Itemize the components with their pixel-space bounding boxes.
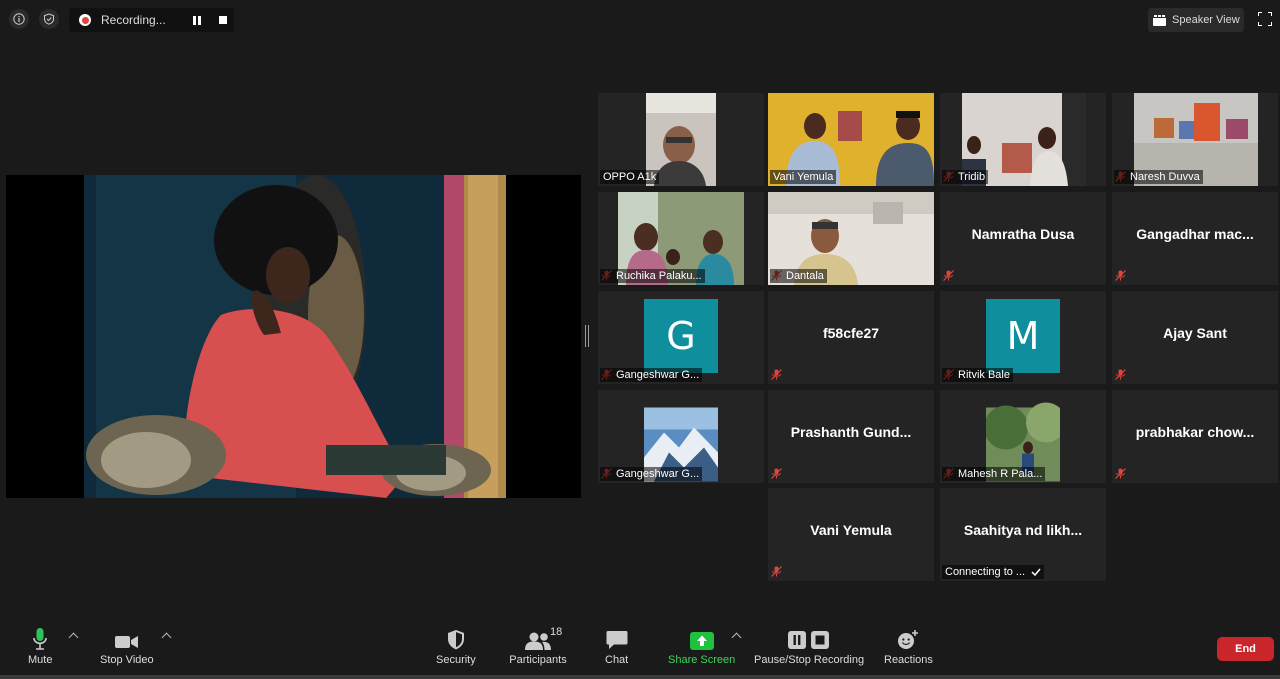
- stop-video-button[interactable]: Stop Video: [100, 628, 154, 666]
- end-meeting-button[interactable]: End: [1217, 637, 1274, 661]
- participant-name: OPPO A1k: [600, 170, 660, 184]
- participant-tile[interactable]: Prashanth Gund...: [768, 390, 934, 483]
- mute-button[interactable]: Mute: [28, 628, 52, 666]
- mic-muted-icon: [771, 566, 782, 577]
- participants-label: Participants: [509, 654, 567, 666]
- participant-tile[interactable]: Ruchika Palaku...: [598, 192, 764, 285]
- share-screen-button[interactable]: Share Screen: [668, 628, 735, 666]
- mute-label: Mute: [28, 654, 53, 666]
- participant-name: Vani Yemula: [770, 170, 837, 184]
- reactions-smiley-icon: [898, 630, 919, 649]
- connecting-status: Connecting to ...: [942, 565, 1045, 579]
- mic-muted-icon: [943, 270, 954, 281]
- avatar: M: [986, 299, 1060, 373]
- avatar: G: [644, 299, 718, 373]
- gallery-grid-icon: [1153, 14, 1166, 26]
- recording-label: Recording...: [101, 13, 166, 27]
- participant-tile[interactable]: M Ritvik Bale: [940, 291, 1106, 384]
- check-icon: [1031, 568, 1041, 576]
- participant-tile[interactable]: Naresh Duvva: [1112, 93, 1278, 186]
- pause-stop-recording-button[interactable]: Pause/Stop Recording: [754, 628, 864, 666]
- participant-tile[interactable]: Dantala: [768, 192, 934, 285]
- security-label: Security: [436, 654, 476, 666]
- participant-tile[interactable]: Gangadhar mac...: [1112, 192, 1278, 285]
- participant-tile[interactable]: Mahesh R Pala...: [940, 390, 1106, 483]
- record-icon: [79, 14, 91, 26]
- participant-tile[interactable]: Namratha Dusa: [940, 192, 1106, 285]
- participants-button[interactable]: 18 Participants: [508, 626, 568, 666]
- mic-muted-icon: [771, 468, 782, 479]
- participants-count-badge: 18: [550, 626, 563, 638]
- participant-tile-active-speaker[interactable]: Vani Yemula: [768, 93, 934, 186]
- shield-icon: [447, 630, 464, 650]
- participant-display-name: Namratha Dusa: [971, 225, 1075, 242]
- mic-muted-icon: [771, 369, 782, 380]
- participant-name: Mahesh R Pala...: [942, 467, 1046, 481]
- participant-display-name: Prashanth Gund...: [790, 423, 912, 440]
- share-screen-icon: [689, 632, 714, 650]
- mic-muted-icon: [1115, 369, 1126, 380]
- participant-tile[interactable]: OPPO A1k: [598, 93, 764, 186]
- microphone-icon: [33, 628, 48, 650]
- participant-tile[interactable]: Gangeshwar G...: [598, 390, 764, 483]
- chat-label: Chat: [605, 654, 629, 666]
- video-camera-icon: [114, 636, 138, 648]
- shared-video: [6, 175, 581, 498]
- pause-recording-icon[interactable]: [193, 15, 201, 25]
- participant-name: Gangeshwar G...: [600, 368, 703, 382]
- share-screen-label: Share Screen: [668, 654, 736, 666]
- panel-splitter-handle[interactable]: [585, 325, 589, 347]
- reactions-button[interactable]: Reactions: [884, 628, 933, 666]
- mic-muted-icon: [1115, 468, 1126, 479]
- pause-stop-recording-icon: [788, 631, 830, 649]
- fullscreen-icon[interactable]: [1258, 12, 1272, 26]
- connecting-status-text: Connecting to ...: [945, 566, 1026, 578]
- info-icon[interactable]: [9, 9, 29, 29]
- participant-tile[interactable]: Tridib: [940, 93, 1106, 186]
- participant-name: Tridib: [942, 170, 989, 184]
- participant-display-name: Ajay Sant: [1163, 324, 1227, 341]
- participant-tile[interactable]: Vani Yemula: [768, 488, 934, 581]
- window-bottom-edge: [0, 675, 1280, 679]
- participant-tile[interactable]: f58cfe27: [768, 291, 934, 384]
- participant-display-name: f58cfe27: [822, 324, 880, 341]
- audio-options-chevron-icon[interactable]: [68, 632, 79, 643]
- reactions-label: Reactions: [884, 654, 933, 666]
- participant-name: Dantala: [770, 269, 827, 283]
- participant-name: Naresh Duvva: [1114, 170, 1203, 184]
- chat-bubble-icon: [606, 631, 628, 649]
- participant-tile[interactable]: Saahitya nd likh... Connecting to ...: [940, 488, 1106, 581]
- video-options-chevron-icon[interactable]: [161, 632, 172, 643]
- stop-video-label: Stop Video: [100, 654, 154, 666]
- security-button[interactable]: Security: [436, 628, 476, 666]
- participant-display-name: prabhakar chow...: [1135, 423, 1255, 440]
- participant-tile[interactable]: prabhakar chow...: [1112, 390, 1278, 483]
- participant-name: Gangeshwar G...: [600, 467, 703, 481]
- speaker-view-button[interactable]: Speaker View: [1148, 8, 1244, 32]
- pause-stop-recording-label: Pause/Stop Recording: [754, 654, 865, 666]
- participant-display-name: Gangadhar mac...: [1136, 225, 1254, 242]
- participants-icon: [525, 632, 551, 650]
- mic-muted-icon: [1115, 270, 1126, 281]
- participant-name: Ruchika Palaku...: [600, 269, 705, 283]
- speaker-view-label: Speaker View: [1172, 14, 1240, 26]
- meeting-toolbar: Mute Stop Video Security 18 Participants…: [0, 618, 1280, 679]
- participant-display-name: Vani Yemula: [810, 521, 892, 538]
- chat-button[interactable]: Chat: [605, 628, 628, 666]
- participant-display-name: Saahitya nd likh...: [963, 521, 1083, 538]
- shield-icon[interactable]: [39, 9, 59, 29]
- recording-indicator: Recording...: [69, 8, 234, 32]
- participant-tile[interactable]: G Gangeshwar G...: [598, 291, 764, 384]
- participant-tile[interactable]: Ajay Sant: [1112, 291, 1278, 384]
- participant-name: Ritvik Bale: [942, 368, 1013, 382]
- stop-recording-icon[interactable]: [219, 16, 227, 24]
